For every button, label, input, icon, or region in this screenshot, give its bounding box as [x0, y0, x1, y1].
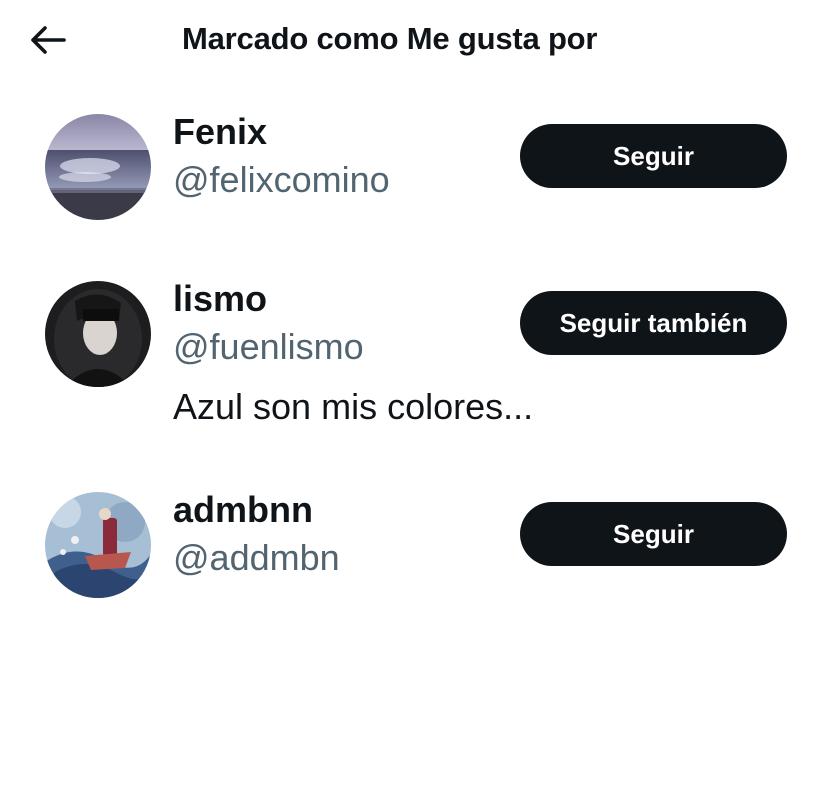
avatar[interactable]	[45, 114, 151, 220]
user-handle: @felixcomino	[173, 159, 390, 200]
avatar[interactable]	[45, 281, 151, 387]
user-item-fenix[interactable]: Fenix @felixcomino Seguir	[0, 112, 826, 232]
avatar[interactable]	[45, 492, 151, 598]
user-bio: Azul son mis colores...	[173, 386, 534, 427]
user-item-lismo[interactable]: lismo @fuenlismo Azul son mis colores...…	[0, 279, 826, 439]
user-handle: @fuenlismo	[173, 326, 364, 367]
user-handle: @addmbn	[173, 537, 340, 578]
user-name: lismo	[173, 278, 268, 319]
follow-button[interactable]: Seguir	[520, 502, 787, 566]
user-name: admbnn	[173, 489, 313, 530]
header: Marcado como Me gusta por	[0, 0, 826, 82]
follow-button[interactable]: Seguir también	[520, 291, 787, 355]
user-name: Fenix	[173, 111, 268, 152]
back-button[interactable]	[26, 20, 70, 60]
page-title: Marcado como Me gusta por	[182, 21, 598, 56]
user-item-admbnn[interactable]: admbnn @addmbn Seguir	[0, 490, 826, 610]
follow-button[interactable]: Seguir	[520, 124, 787, 188]
arrow-left-icon	[31, 26, 66, 54]
